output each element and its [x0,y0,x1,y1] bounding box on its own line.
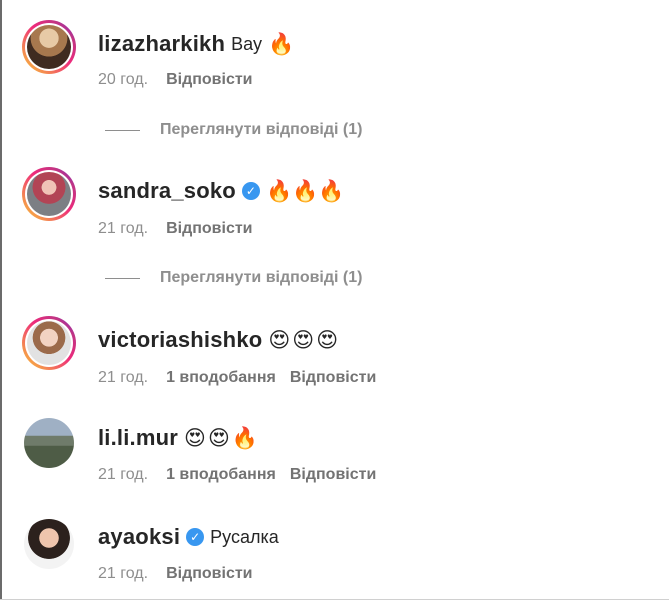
avatar [27,172,71,216]
comment-text: Русалка [210,526,279,547]
view-replies-button[interactable]: Переглянути відповіді (1) [105,269,362,287]
reply-button[interactable]: Відповісти [166,565,252,583]
panel-left-border [0,0,2,600]
reply-button[interactable]: Відповісти [166,220,252,238]
heart-eyes-emoji: 😍 [316,328,339,352]
heart-eyes-emoji: 😍 [268,328,291,352]
avatar-wrapper[interactable] [22,416,76,470]
heart-eyes-emoji: 😍 [207,426,230,450]
heart-eyes-emoji: 😍 [292,328,315,352]
avatar [27,25,71,69]
avatar-story-ring[interactable] [22,20,76,74]
likes-count-button[interactable]: 1 вподобання [166,466,276,484]
fire-emoji: 🔥 [265,179,293,203]
fire-emoji: 🔥 [231,426,259,450]
comment-username[interactable]: victoriashishko [98,327,262,353]
divider-line [105,277,140,279]
verified-badge-icon: ✓ [241,182,260,200]
avatar [24,519,74,569]
view-replies-label: Переглянути відповіді (1) [160,121,363,138]
fire-emoji: 🔥 [318,179,345,203]
reply-button[interactable]: Відповісти [290,466,376,484]
view-replies-button[interactable]: Переглянути відповіді (1) [105,121,362,139]
comment-time: 21 год. [98,220,149,237]
heart-eyes-emoji: 😍 [184,426,206,450]
avatar-story-ring[interactable] [22,316,76,370]
comment-username[interactable]: ayaoksi [98,524,180,550]
reply-button[interactable]: Відповісти [290,369,376,387]
divider-line [105,129,140,131]
avatar [24,418,74,468]
avatar-story-ring[interactable] [22,167,76,221]
fire-emoji: 🔥 [267,32,295,56]
comment-username[interactable]: sandra_soko [98,178,236,204]
comment-time: 20 год. [98,71,149,88]
avatar [27,321,71,365]
comment-time: 21 год. [98,369,149,386]
likes-count-button[interactable]: 1 вподобання [166,369,276,387]
comment-time: 21 год. [98,466,149,483]
reply-button[interactable]: Відповісти [166,71,252,89]
comment-text: Вау [231,33,262,54]
view-replies-label: Переглянути відповіді (1) [160,269,363,286]
comment-time: 21 год. [98,565,149,582]
verified-badge-icon: ✓ [186,528,205,546]
avatar-wrapper[interactable] [22,517,76,571]
fire-emoji: 🔥 [292,179,319,203]
comment-username[interactable]: lizazharkikh [98,31,225,57]
comment-username[interactable]: li.li.mur [98,425,178,451]
